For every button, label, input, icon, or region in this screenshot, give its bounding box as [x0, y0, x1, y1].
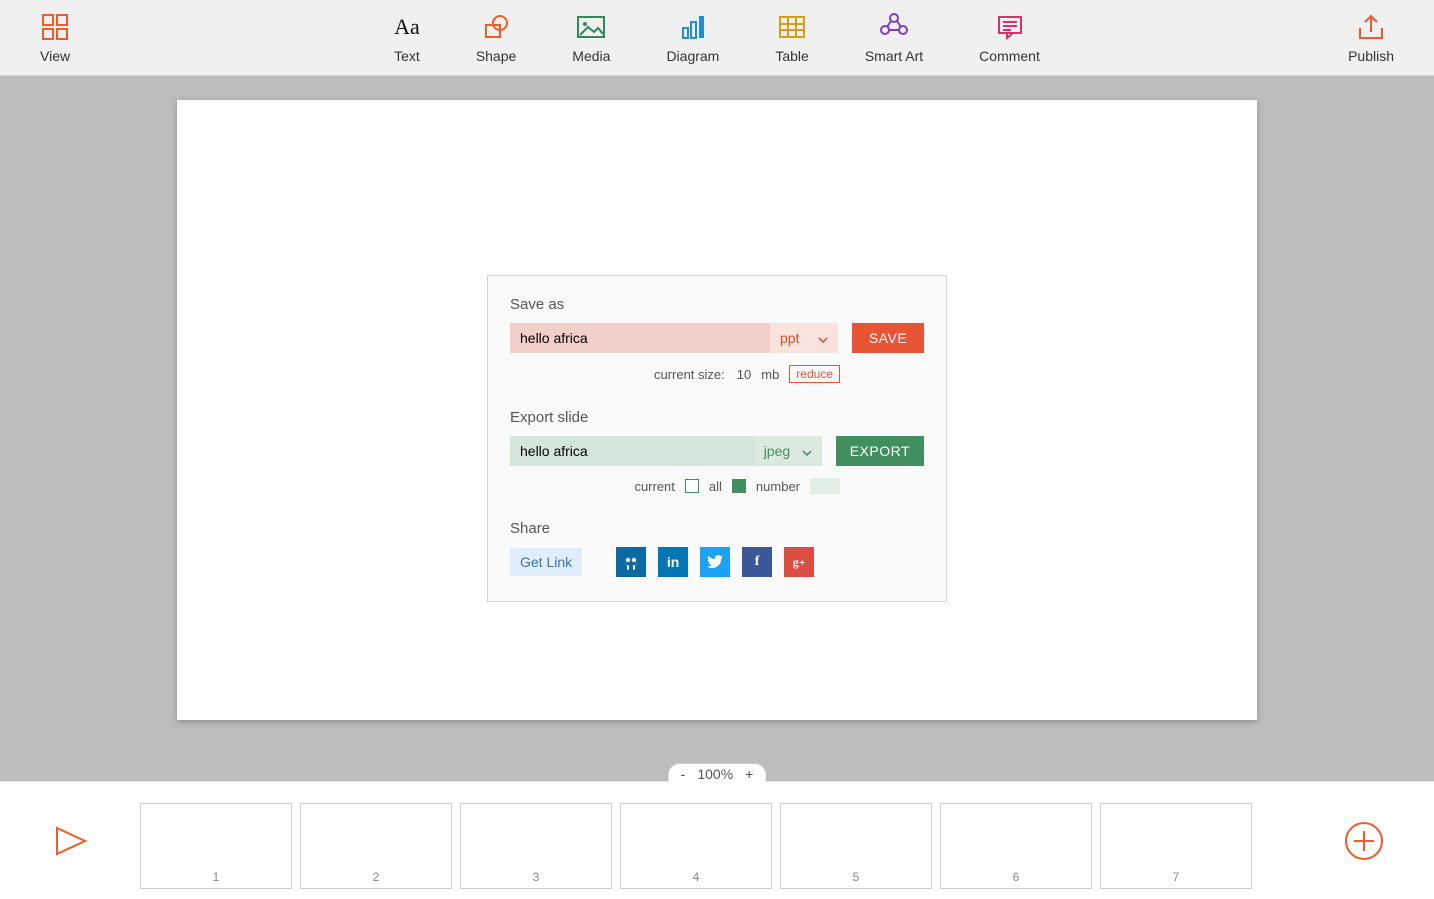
slide-thumb[interactable]: 4	[620, 803, 772, 889]
canvas-area: Save as ppt SAVE current size: 10 mb	[0, 76, 1434, 781]
size-label: current size:	[654, 367, 725, 382]
grid-icon	[40, 12, 70, 42]
media-button[interactable]: Media	[572, 12, 610, 64]
number-option-label: number	[756, 479, 800, 494]
number-input[interactable]	[810, 478, 840, 494]
reduce-button[interactable]: reduce	[789, 365, 840, 383]
export-filename-input[interactable]	[510, 436, 754, 466]
slideshare-icon[interactable]	[616, 547, 646, 577]
get-link-button[interactable]: Get Link	[510, 548, 582, 576]
slide-thumb[interactable]: 5	[780, 803, 932, 889]
current-option-label: current	[634, 479, 674, 494]
size-value: 10	[737, 367, 751, 382]
text-button[interactable]: Aa Text	[394, 12, 420, 64]
export-button[interactable]: EXPORT	[836, 436, 924, 466]
chevron-down-icon	[818, 330, 828, 346]
publish-dialog: Save as ppt SAVE current size: 10 mb	[487, 275, 947, 602]
zoom-in-button[interactable]: +	[745, 766, 753, 782]
googleplus-icon[interactable]: g+	[784, 547, 814, 577]
slide-thumbnails: 1 2 3 4 5 6 7	[140, 793, 1294, 889]
comment-label: Comment	[979, 48, 1040, 64]
smartart-label: Smart Art	[865, 48, 923, 64]
text-icon: Aa	[394, 12, 420, 42]
current-option-radio[interactable]	[685, 479, 699, 493]
slide-thumb[interactable]: 3	[460, 803, 612, 889]
upload-icon	[1355, 12, 1387, 42]
shape-label: Shape	[476, 48, 516, 64]
comment-icon	[995, 12, 1025, 42]
zoom-control: - 100% +	[668, 763, 767, 782]
facebook-icon[interactable]: f	[742, 547, 772, 577]
all-option-radio[interactable]	[732, 479, 746, 493]
saveas-format-value: ppt	[780, 330, 799, 346]
top-toolbar: View Aa Text Shape Media Diagram	[0, 0, 1434, 76]
saveas-title: Save as	[510, 296, 924, 313]
add-slide-button[interactable]	[1344, 821, 1384, 861]
export-format-select[interactable]: jpeg	[754, 436, 822, 466]
diagram-label: Diagram	[666, 48, 719, 64]
shape-button[interactable]: Shape	[476, 12, 516, 64]
media-label: Media	[572, 48, 610, 64]
bottom-slide-strip: 1 2 3 4 5 6 7	[0, 781, 1434, 899]
view-label: View	[40, 48, 70, 64]
zoom-value: 100%	[697, 766, 733, 782]
publish-button[interactable]: Publish	[1348, 12, 1394, 64]
diagram-button[interactable]: Diagram	[666, 12, 719, 64]
text-label: Text	[394, 48, 420, 64]
slide-thumb[interactable]: 2	[300, 803, 452, 889]
slide-canvas[interactable]: Save as ppt SAVE current size: 10 mb	[177, 100, 1257, 720]
media-icon	[575, 12, 607, 42]
twitter-icon[interactable]	[700, 547, 730, 577]
shape-icon	[481, 12, 511, 42]
smartart-icon	[879, 12, 909, 42]
table-icon	[777, 12, 807, 42]
zoom-out-button[interactable]: -	[681, 766, 686, 782]
linkedin-icon[interactable]: in	[658, 547, 688, 577]
table-button[interactable]: Table	[775, 12, 808, 64]
publish-label: Publish	[1348, 48, 1394, 64]
saveas-filename-input[interactable]	[510, 323, 770, 353]
play-button[interactable]	[51, 824, 89, 858]
save-button[interactable]: SAVE	[852, 323, 924, 353]
export-format-value: jpeg	[764, 443, 790, 459]
saveas-format-select[interactable]: ppt	[770, 323, 838, 353]
all-option-label: all	[709, 479, 722, 494]
chart-icon	[678, 12, 708, 42]
slide-thumb[interactable]: 6	[940, 803, 1092, 889]
size-unit: mb	[761, 367, 779, 382]
smartart-button[interactable]: Smart Art	[865, 12, 923, 64]
slide-thumb[interactable]: 1	[140, 803, 292, 889]
comment-button[interactable]: Comment	[979, 12, 1040, 64]
export-title: Export slide	[510, 409, 924, 426]
chevron-down-icon	[802, 443, 812, 459]
share-title: Share	[510, 520, 924, 537]
slide-thumb[interactable]: 7	[1100, 803, 1252, 889]
table-label: Table	[775, 48, 808, 64]
view-button[interactable]: View	[40, 12, 70, 64]
